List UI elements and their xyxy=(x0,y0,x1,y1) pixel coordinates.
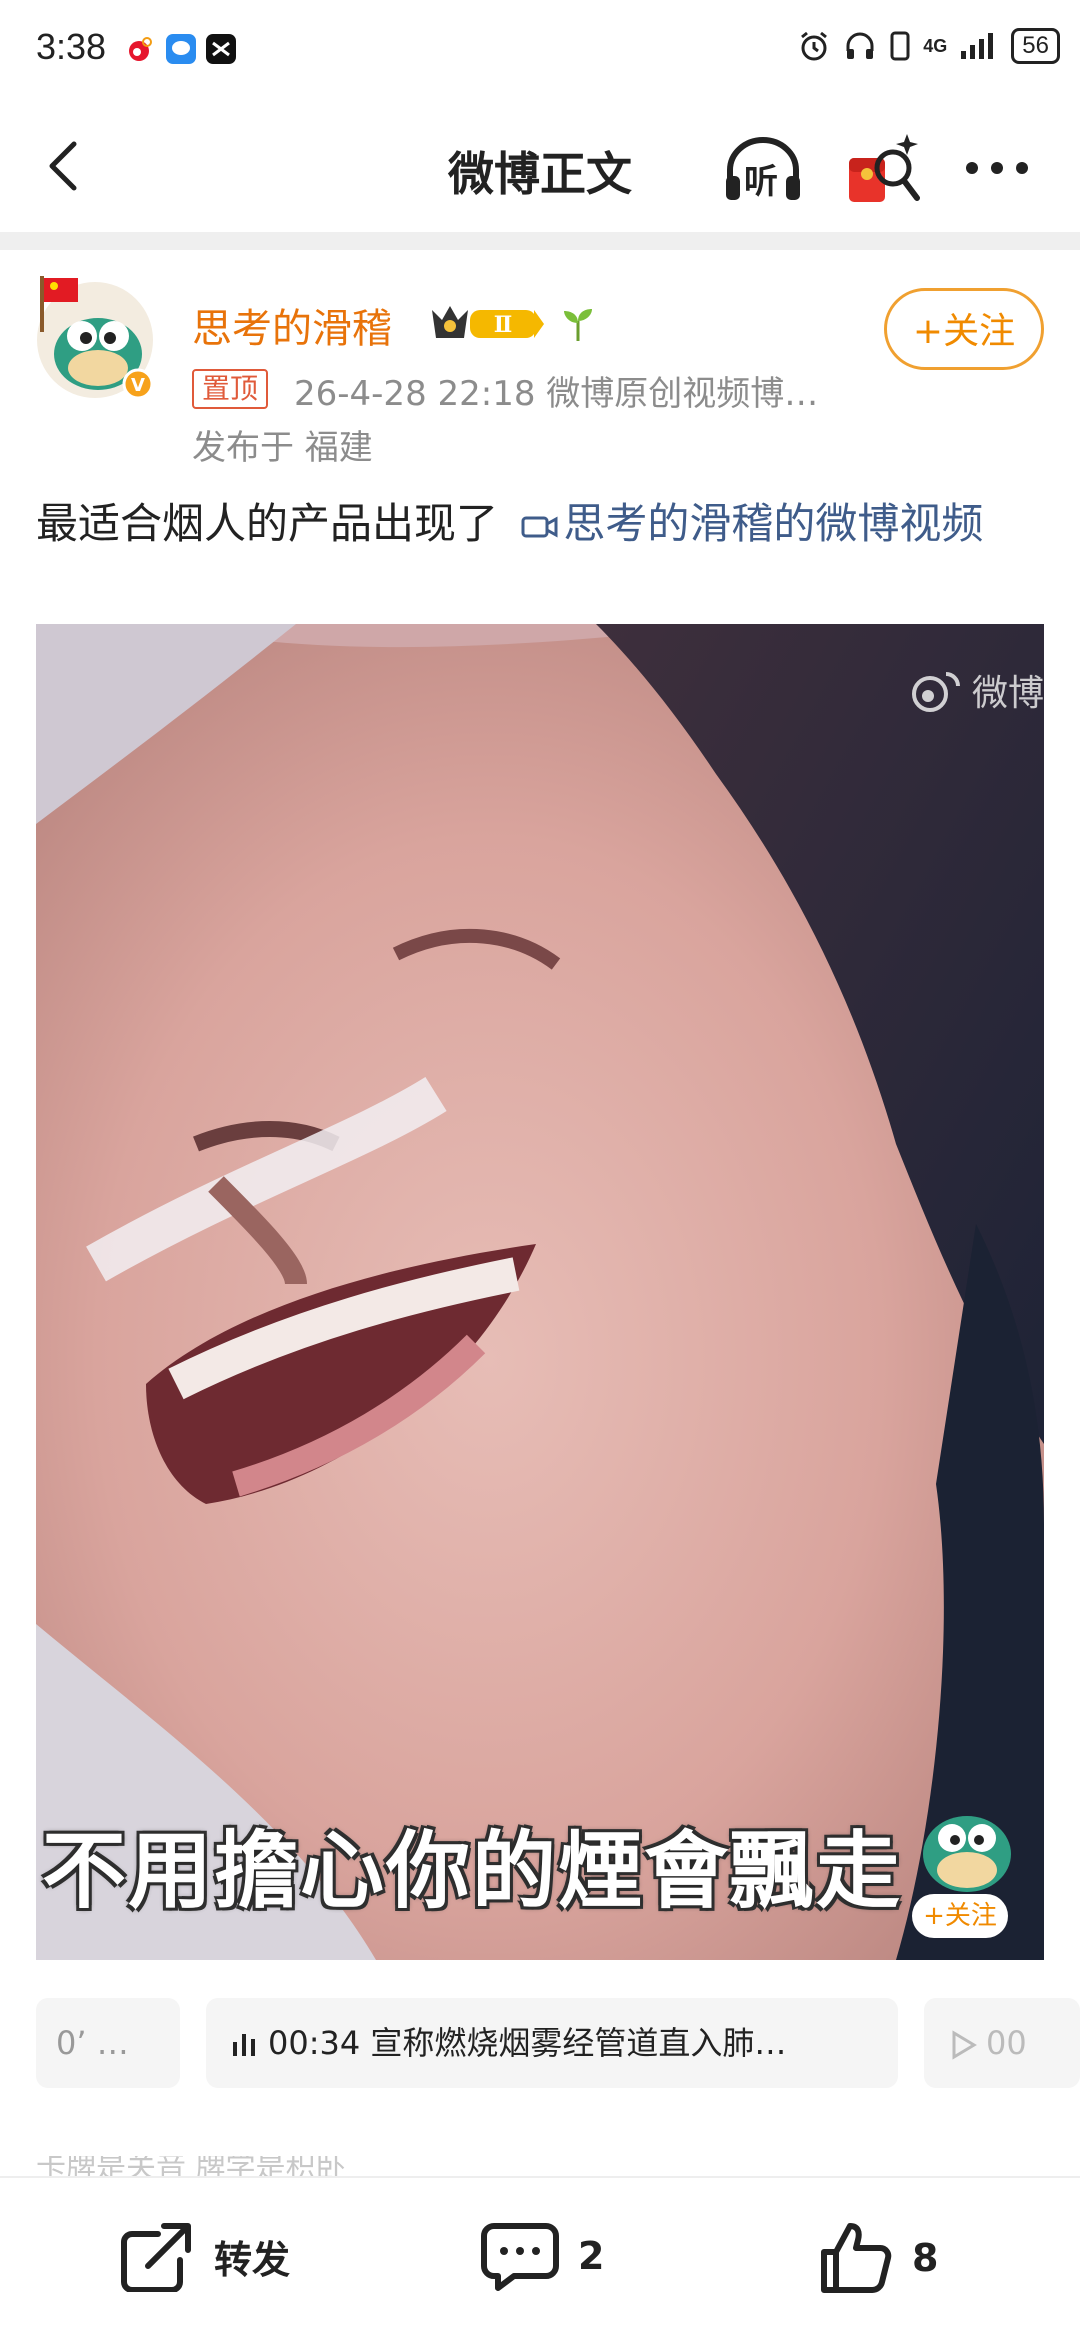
listen-button[interactable]: 听 xyxy=(722,134,804,206)
repost-button[interactable]: 转发 xyxy=(118,2220,290,2292)
chapter-chip-current-label: 00:34 宣称燃烧烟雾经管道直入肺… xyxy=(268,2024,787,2062)
listen-label: 听 xyxy=(744,162,778,202)
network-type: 4G xyxy=(923,35,948,56)
follow-button[interactable]: +关注 xyxy=(884,288,1044,370)
post-body: 最适合烟人的产品出现了 xyxy=(36,499,499,548)
bottom-action-bar: 转发 2 8 xyxy=(0,2176,1080,2342)
video-subtitle: 不用擔心你的煙會飄走 xyxy=(42,1822,903,1920)
top-nav: 微博正文 听 xyxy=(0,100,1080,232)
play-icon xyxy=(952,2030,977,2060)
author-avatar[interactable]: V xyxy=(30,272,160,402)
video-camera-icon xyxy=(521,515,558,538)
pinned-tag: 置顶 xyxy=(192,369,269,409)
audio-bars-icon xyxy=(233,2034,255,2056)
author-name[interactable]: 思考的滑稽 xyxy=(192,296,392,354)
comment-icon xyxy=(481,2223,559,2291)
chapter-chip-next-label: 00 xyxy=(986,2024,1027,2062)
vip-crown-badge-icon: Ⅱ xyxy=(432,306,544,338)
post-location: 发布于 福建 xyxy=(192,428,373,468)
video-frame-image xyxy=(36,624,1044,1960)
video-watermark: 微博 xyxy=(904,664,1044,716)
faded-text: 卡牌是关音 牌学是积卧 xyxy=(36,2156,346,2176)
chapter-chip-next[interactable]: 00 xyxy=(924,1998,1080,2088)
headphones-icon xyxy=(846,32,874,59)
status-bar: 3:38 4G 56 xyxy=(0,0,1080,100)
like-button[interactable]: 8 xyxy=(818,2220,938,2296)
weibo-app-icon xyxy=(124,34,154,64)
section-divider xyxy=(0,232,1080,250)
comment-count: 2 xyxy=(578,2234,605,2278)
message-app-icon xyxy=(166,34,196,64)
svg-text:Ⅱ: Ⅱ xyxy=(494,312,513,338)
capcut-app-icon xyxy=(206,34,236,64)
post-meta: 26-4-28 22:18 微博原创视频博… xyxy=(294,374,819,414)
like-count: 8 xyxy=(912,2236,939,2280)
thumbs-up-icon xyxy=(821,2223,892,2293)
video-chapters: 0’ … 00:34 宣称燃烧烟雾经管道直入肺… 00 xyxy=(0,1998,1080,2088)
video-link-text: 思考的滑稽的微博视频 xyxy=(563,499,984,548)
more-options-icon[interactable] xyxy=(962,148,1032,188)
chapter-chip-previous[interactable]: 0’ … xyxy=(36,1998,180,2088)
phone-icon xyxy=(890,31,910,61)
post-text: 最适合烟人的产品出现了 思考的滑稽的微博视频 xyxy=(36,494,1046,554)
status-time: 3:38 xyxy=(36,26,107,67)
battery-indicator: 56 xyxy=(1011,28,1060,64)
red-packet-search-icon[interactable] xyxy=(845,128,923,208)
chapter-chip-current[interactable]: 00:34 宣称燃烧烟雾经管道直入肺… xyxy=(206,1998,898,2088)
video-author-avatar[interactable] xyxy=(912,1792,1022,1902)
alarm-icon xyxy=(801,31,828,61)
repost-label: 转发 xyxy=(214,2237,291,2282)
video-player[interactable]: 微博 不用擔心你的煙會飄走 +关注 xyxy=(36,624,1044,1960)
video-link[interactable]: 思考的滑稽的微博视频 xyxy=(511,499,983,548)
share-icon xyxy=(121,2223,191,2292)
sprout-icon xyxy=(564,309,592,341)
svg-text:V: V xyxy=(131,375,145,396)
signal-icon xyxy=(961,33,994,59)
video-follow-button[interactable]: +关注 xyxy=(912,1894,1008,1938)
comment-button[interactable]: 2 xyxy=(480,2220,604,2292)
weibo-watermark-icon xyxy=(911,672,960,712)
